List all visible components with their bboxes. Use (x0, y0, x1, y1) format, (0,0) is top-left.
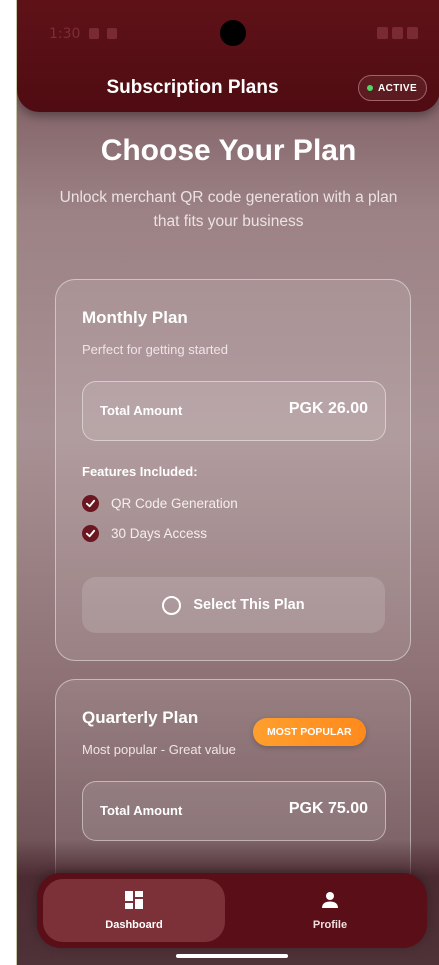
status-time: 1:30 (49, 26, 81, 42)
system-icons (377, 27, 418, 39)
camera-cutout (220, 20, 246, 46)
wifi-icon (377, 27, 388, 39)
nav-label: Profile (312, 919, 348, 931)
signal-icon (392, 27, 403, 39)
check-circle-icon (82, 495, 99, 512)
plan-title: Monthly Plan (82, 308, 188, 327)
nav-item-dashboard[interactable]: Dashboard (43, 879, 225, 942)
battery-icon (407, 27, 418, 39)
plan-description: Perfect for getting started (82, 342, 228, 357)
status-badge-label: ACTIVE (378, 82, 418, 94)
total-amount-label: Total Amount (100, 403, 183, 418)
plan-description: Most popular - Great value (82, 742, 236, 757)
sim-icon (89, 28, 99, 39)
feature-label: 30 Days Access (111, 526, 208, 541)
notification-icons (89, 28, 117, 39)
features-heading: Features Included: (82, 464, 198, 479)
hero-title: Choose Your Plan (100, 134, 357, 167)
person-icon (320, 890, 340, 913)
total-amount-value: PGK 26.00 (288, 400, 368, 417)
popular-badge: MOST POPULAR (253, 718, 366, 746)
nav-label: Dashboard (105, 919, 163, 931)
status-badge: ACTIVE (358, 75, 428, 101)
app-bar: 1:30 Subscription Plans ACTIVE (17, 0, 439, 112)
status-dot-icon (367, 85, 373, 91)
page-title: Subscription Plans (106, 77, 279, 98)
notification-icon (107, 28, 117, 39)
select-plan-label: Select This Plan (193, 597, 305, 613)
feature-item: 30 Days Access (82, 525, 207, 542)
home-indicator[interactable] (176, 954, 288, 958)
select-plan-button[interactable]: Select This Plan (82, 577, 385, 633)
dashboard-icon (124, 890, 144, 913)
total-amount-box: Total Amount PGK 75.00 (82, 781, 386, 841)
total-amount-box: Total Amount PGK 26.00 (82, 381, 386, 441)
bottom-navigation: Dashboard Profile (37, 873, 427, 948)
total-amount-label: Total Amount (100, 803, 183, 818)
total-amount-value: PGK 75.00 (288, 800, 368, 817)
nav-item-profile[interactable]: Profile (239, 879, 421, 942)
app-screen: 1:30 Subscription Plans ACTIVE Choose Yo… (16, 0, 439, 965)
feature-item: QR Code Generation (82, 495, 238, 512)
feature-label: QR Code Generation (111, 496, 238, 511)
plan-title: Quarterly Plan (82, 708, 199, 727)
radio-unchecked-icon (162, 595, 182, 615)
check-circle-icon (82, 525, 99, 542)
hero-subtitle: Unlock merchant QR code generation with … (59, 189, 398, 230)
plan-card-monthly[interactable]: Monthly Plan Perfect for getting started… (55, 279, 411, 661)
